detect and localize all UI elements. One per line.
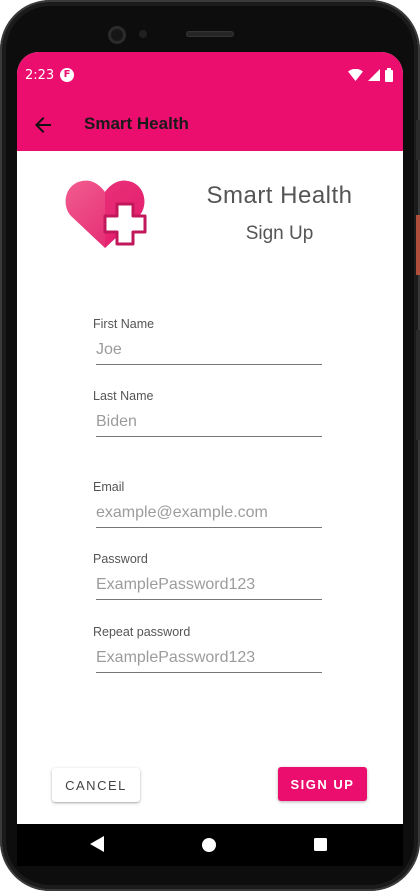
notification-app-icon: F <box>60 68 74 82</box>
camera-sensor <box>139 30 147 38</box>
status-icons <box>348 67 393 83</box>
heart-plus-icon <box>65 180 147 248</box>
last-name-label: Last Name <box>93 389 154 403</box>
email-input[interactable] <box>96 501 322 528</box>
front-camera <box>108 26 126 44</box>
app-bar-title: Smart Health <box>84 114 189 133</box>
app-screen: 2:23 F Smart Health Smart Health Sign Up… <box>17 52 403 824</box>
repeat-password-input[interactable] <box>96 646 322 673</box>
page-subtitle: Sign Up <box>245 223 314 244</box>
status-time: 2:23 <box>25 68 55 83</box>
first-name-input[interactable] <box>96 338 322 365</box>
password-field: Password <box>93 552 323 600</box>
system-nav-bar <box>17 824 403 866</box>
battery-icon <box>385 68 393 82</box>
side-button-volume <box>416 330 420 440</box>
back-triangle-icon[interactable] <box>90 836 104 852</box>
side-button-top <box>416 120 420 160</box>
password-input[interactable] <box>96 573 322 600</box>
app-bar: Smart Health <box>17 100 403 151</box>
email-field: Email <box>93 480 323 528</box>
arrow-left-icon[interactable] <box>31 113 55 137</box>
brand-title: Smart Health <box>206 182 353 209</box>
first-name-field: First Name <box>93 317 323 365</box>
recents-square-icon[interactable] <box>314 838 327 851</box>
side-button-power <box>416 215 420 275</box>
first-name-label: First Name <box>93 317 155 331</box>
repeat-password-field: Repeat password <box>93 625 323 673</box>
status-bar: 2:23 F <box>17 52 403 100</box>
last-name-input[interactable] <box>96 410 322 437</box>
signal-icon <box>368 69 380 81</box>
password-label: Password <box>93 552 148 566</box>
last-name-field: Last Name <box>93 389 323 437</box>
wifi-icon <box>348 69 363 81</box>
home-circle-icon[interactable] <box>202 838 216 852</box>
sign-up-button[interactable]: SIGN UP <box>278 767 367 801</box>
earpiece-speaker <box>186 31 234 37</box>
email-label: Email <box>93 480 125 494</box>
cancel-button[interactable]: CANCEL <box>52 768 140 802</box>
repeat-password-label: Repeat password <box>93 625 191 639</box>
